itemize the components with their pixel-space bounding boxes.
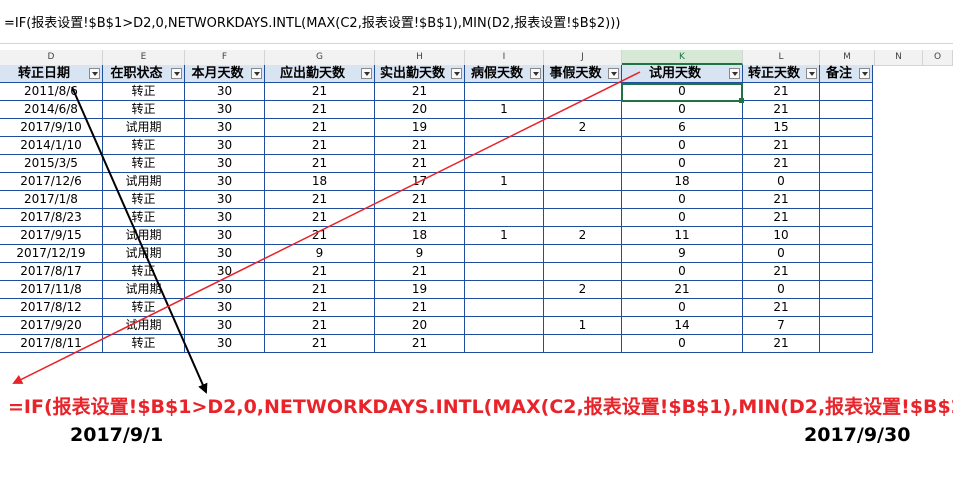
start-date-note: 2017/9/1: [70, 424, 164, 446]
black-arrow-d2-to-formula: [71, 86, 208, 394]
annotation-formula: =IF(报表设置!$B$1>D2,0,NETWORKDAYS.INTL(MAX(…: [8, 396, 953, 418]
arrow-overlay: [12, 71, 641, 394]
end-date-note: 2017/9/30: [804, 424, 911, 446]
red-arrow-k-header-to-formula: [12, 71, 641, 384]
